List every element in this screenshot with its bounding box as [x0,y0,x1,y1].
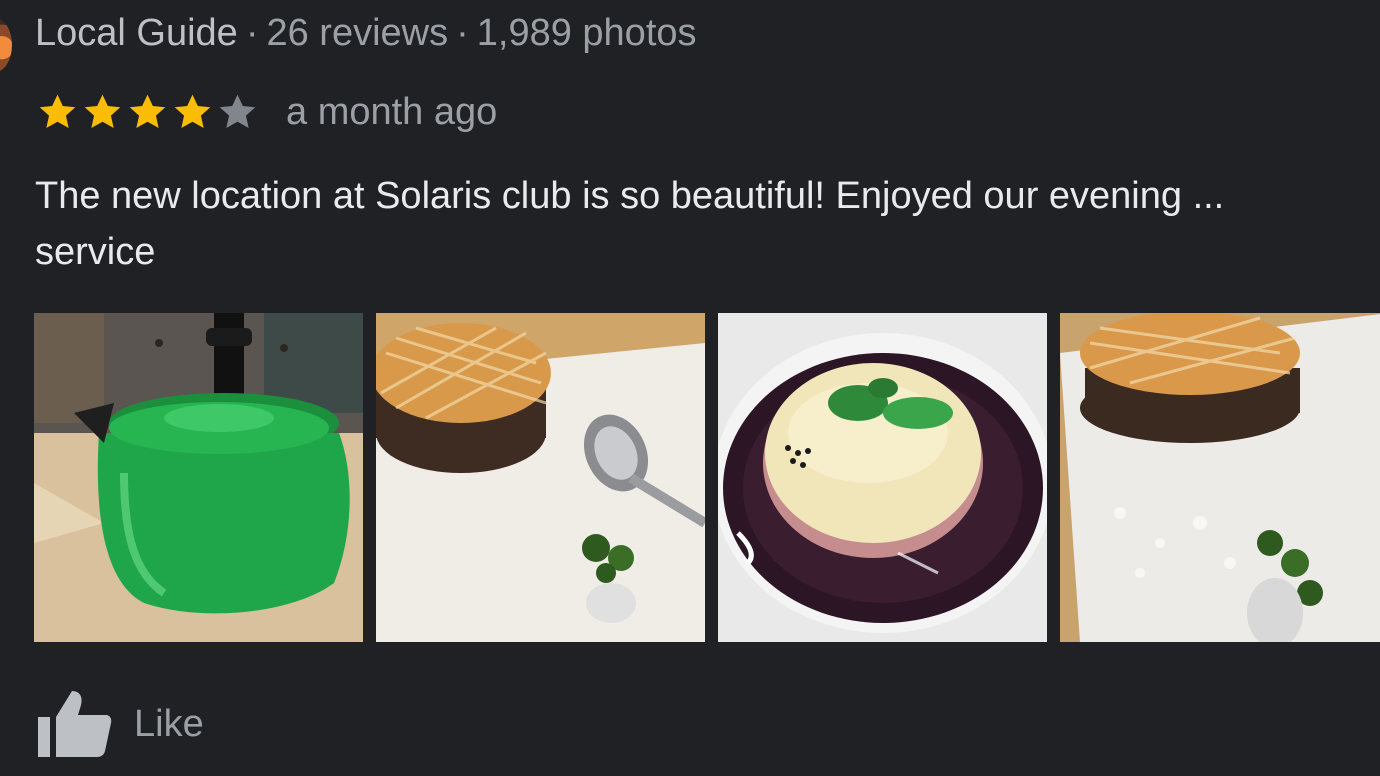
local-guide-label: Local Guide [35,12,238,54]
review-time: a month ago [286,91,498,133]
reviewer-avatar[interactable] [0,18,12,72]
review-text-line: service [35,231,156,273]
star-empty-icon [219,94,256,128]
star-rating [35,90,260,134]
review-text-line: The new location at Solaris club is so b… [35,175,1225,217]
like-label: Like [134,702,204,745]
separator: · [245,12,259,54]
star-filled-icon [129,94,166,128]
green-teapot-photo[interactable] [34,313,363,642]
star-filled-icon [39,94,76,128]
review-photos [34,313,1380,642]
caramel-tart-photo[interactable] [1060,313,1380,642]
star-filled-icon [84,94,121,128]
like-button[interactable]: Like [36,688,204,760]
star-filled-icon [174,94,211,128]
review-count: 26 reviews [266,12,449,54]
reviewer-meta: Local Guide · 26 reviews · 1,989 photos [35,10,697,56]
rating-row: a month ago [35,88,497,136]
review-text[interactable]: The new location at Solaris club is so b… [35,168,1380,280]
thumbs-up-icon [38,691,112,757]
separator: · [456,12,469,54]
panna-cotta-berry-sauce-photo[interactable] [718,313,1047,642]
caramel-tart-with-spoon-photo[interactable] [376,313,705,642]
photo-count: 1,989 photos [476,12,697,54]
